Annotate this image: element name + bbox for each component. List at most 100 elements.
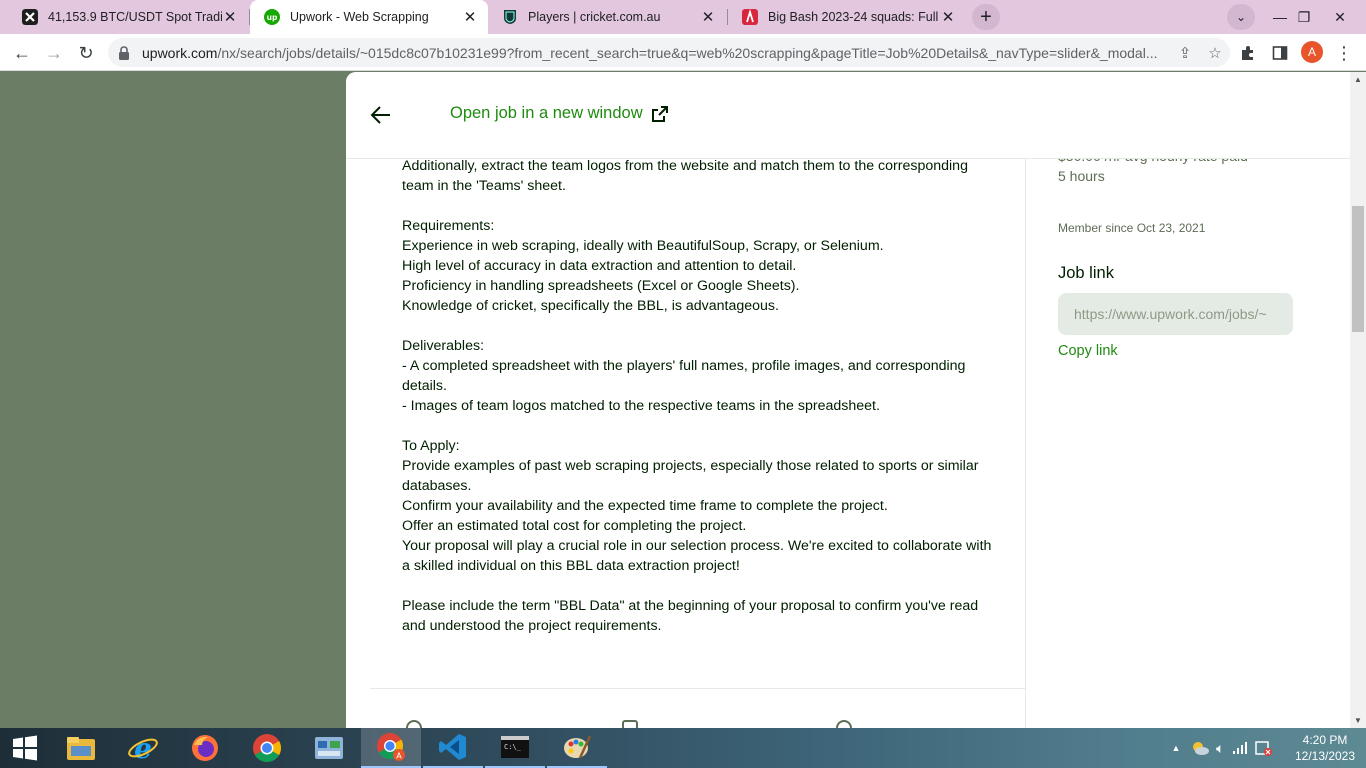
external-link-icon[interactable] — [651, 105, 669, 123]
browser-menu-button[interactable]: ⋮ — [1330, 39, 1358, 67]
browser-toolbar: ← → ↻ upwork.com/nx/search/jobs/details/… — [0, 34, 1366, 71]
tab-title: 41,153.9 BTC/USDT Spot Trading — [48, 10, 222, 24]
clock-time: 4:20 PM — [1302, 733, 1348, 747]
svg-text:A: A — [396, 752, 402, 761]
svg-text:e: e — [134, 732, 152, 764]
paint-icon — [564, 735, 592, 759]
side-panel-icon — [1272, 46, 1288, 60]
close-icon[interactable]: ✕ — [222, 8, 238, 26]
url-text: upwork.com/nx/search/jobs/details/~015dc… — [142, 45, 1170, 61]
description-line: - A completed spreadsheet with the playe… — [402, 358, 966, 394]
url-path: /nx/search/jobs/details/~015dc8c07b10231… — [217, 44, 1158, 61]
new-tab-button[interactable]: + — [972, 4, 1000, 30]
weather-icon[interactable] — [1190, 740, 1210, 756]
open-job-new-window-link[interactable]: Open job in a new window — [450, 104, 643, 123]
scroll-up-icon[interactable]: ▲ — [1350, 72, 1366, 86]
close-window-button[interactable]: ✕ — [1318, 0, 1362, 34]
lock-icon — [119, 45, 129, 60]
svg-text:C:\_: C:\_ — [504, 743, 522, 751]
job-link-heading: Job link — [1058, 264, 1114, 282]
tab-binance[interactable]: 41,153.9 BTC/USDT Spot Trading ✕ — [8, 0, 248, 34]
description-heading: To Apply: — [402, 438, 460, 454]
total-hours: 5 hours — [1058, 168, 1105, 184]
section-divider — [370, 688, 1025, 689]
taskbar-vscode[interactable] — [423, 728, 483, 768]
chevron-down-icon: ⌄ — [1235, 10, 1247, 24]
tab-strip: 41,153.9 BTC/USDT Spot Trading ✕ up Upwo… — [0, 0, 1366, 34]
copy-link-button[interactable]: Copy link — [1058, 343, 1118, 359]
taskbar-command-prompt[interactable]: C:\_ — [485, 728, 545, 768]
scrollbar-thumb[interactable] — [1352, 206, 1364, 332]
network-signal-icon[interactable] — [1232, 741, 1248, 755]
settings-icon — [836, 720, 852, 728]
back-button[interactable]: ← — [8, 39, 36, 67]
reload-button[interactable]: ↻ — [72, 39, 100, 67]
tab-bigbash[interactable]: Big Bash 2023-24 squads: Full BBL ✕ — [728, 0, 966, 34]
taskbar-file-explorer[interactable] — [51, 728, 111, 768]
close-icon[interactable]: ✕ — [700, 8, 716, 26]
scroll-down-icon[interactable]: ▼ — [1350, 713, 1366, 727]
star-icon[interactable]: ☆ — [1200, 44, 1230, 62]
taskbar-chrome-profile[interactable]: A — [361, 728, 421, 768]
description-line: Your proposal will play a crucial role i… — [402, 538, 992, 574]
binance-icon — [22, 9, 38, 25]
close-icon[interactable]: ✕ — [462, 8, 478, 26]
scrollbar[interactable] — [1350, 72, 1366, 728]
extensions-button[interactable] — [1234, 39, 1262, 67]
description-line: Knowledge of cricket, specifically the B… — [402, 298, 779, 314]
tab-search-button[interactable]: ⌄ — [1227, 4, 1255, 30]
svg-text:up: up — [267, 13, 278, 22]
taskbar-paint[interactable] — [547, 728, 607, 768]
chevron-up-icon[interactable]: ▲ — [1168, 743, 1184, 753]
clock-date: 12/13/2023 — [1294, 749, 1356, 763]
windows-start-icon — [13, 735, 37, 761]
system-tray: ▲ 🔈︎ — [1168, 728, 1273, 768]
share-icon[interactable]: ⇪ — [1170, 44, 1200, 62]
description-heading: Deliverables: — [402, 338, 485, 354]
bigbash-icon — [742, 9, 758, 25]
tab-upwork[interactable]: up Upwork - Web Scrapping ✕ — [250, 0, 488, 34]
internet-explorer-icon: e — [128, 732, 158, 764]
taskbar-chrome[interactable] — [237, 728, 297, 768]
url-host: upwork.com — [142, 44, 218, 61]
description-line: Proficiency in handling spreadsheets (Ex… — [402, 278, 800, 294]
job-link-value: https://www.upwork.com/jobs/~ — [1074, 306, 1267, 322]
action-center-icon[interactable] — [1254, 740, 1273, 756]
taskbar-firefox[interactable] — [175, 728, 235, 768]
tab-title: Players | cricket.com.au — [528, 10, 661, 24]
clock-icon — [406, 720, 422, 728]
description-heading: Requirements: — [402, 218, 495, 234]
close-icon[interactable]: ✕ — [940, 8, 956, 26]
forward-button[interactable]: → — [40, 39, 68, 67]
description-line: High level of accuracy in data extractio… — [402, 258, 797, 274]
windows-taskbar: e A C:\_ ▲ 🔈︎ 4:20 PM 12/13/2023 — [0, 728, 1366, 768]
chrome-icon — [253, 734, 281, 762]
job-link-field[interactable]: https://www.upwork.com/jobs/~ — [1058, 293, 1293, 335]
job-details-slider: Open job in a new window $30.00 /hr avg … — [346, 72, 1350, 728]
taskbar-control-panel[interactable] — [299, 728, 359, 768]
page-viewport: Open job in a new window $30.00 /hr avg … — [0, 72, 1366, 728]
reload-icon: ↻ — [78, 42, 94, 63]
start-button[interactable] — [0, 728, 50, 768]
description-line: Please include the term "BBL Data" at th… — [402, 598, 979, 634]
upwork-icon: up — [264, 9, 280, 25]
description-line: Confirm your availability and the expect… — [402, 498, 888, 514]
taskbar-internet-explorer[interactable]: e — [113, 728, 173, 768]
arrow-left-icon[interactable] — [368, 102, 394, 128]
speaker-icon[interactable]: 🔈︎ — [1216, 740, 1224, 757]
control-panel-icon — [315, 737, 343, 759]
slider-header: Open job in a new window — [346, 72, 1350, 159]
tab-cricket[interactable]: Players | cricket.com.au ✕ — [488, 0, 726, 34]
system-clock[interactable]: 4:20 PM 12/13/2023 — [1290, 732, 1360, 764]
side-panel-button[interactable] — [1266, 39, 1294, 67]
address-bar[interactable]: upwork.com/nx/search/jobs/details/~015dc… — [108, 38, 1230, 67]
profile-avatar[interactable]: A — [1301, 41, 1323, 63]
column-divider — [1025, 159, 1026, 728]
vscode-icon — [439, 734, 466, 760]
file-explorer-icon — [67, 737, 95, 760]
description-line: - Images of team logos matched to the re… — [402, 398, 880, 414]
description-line: Additionally, extract the team logos fro… — [402, 158, 968, 194]
